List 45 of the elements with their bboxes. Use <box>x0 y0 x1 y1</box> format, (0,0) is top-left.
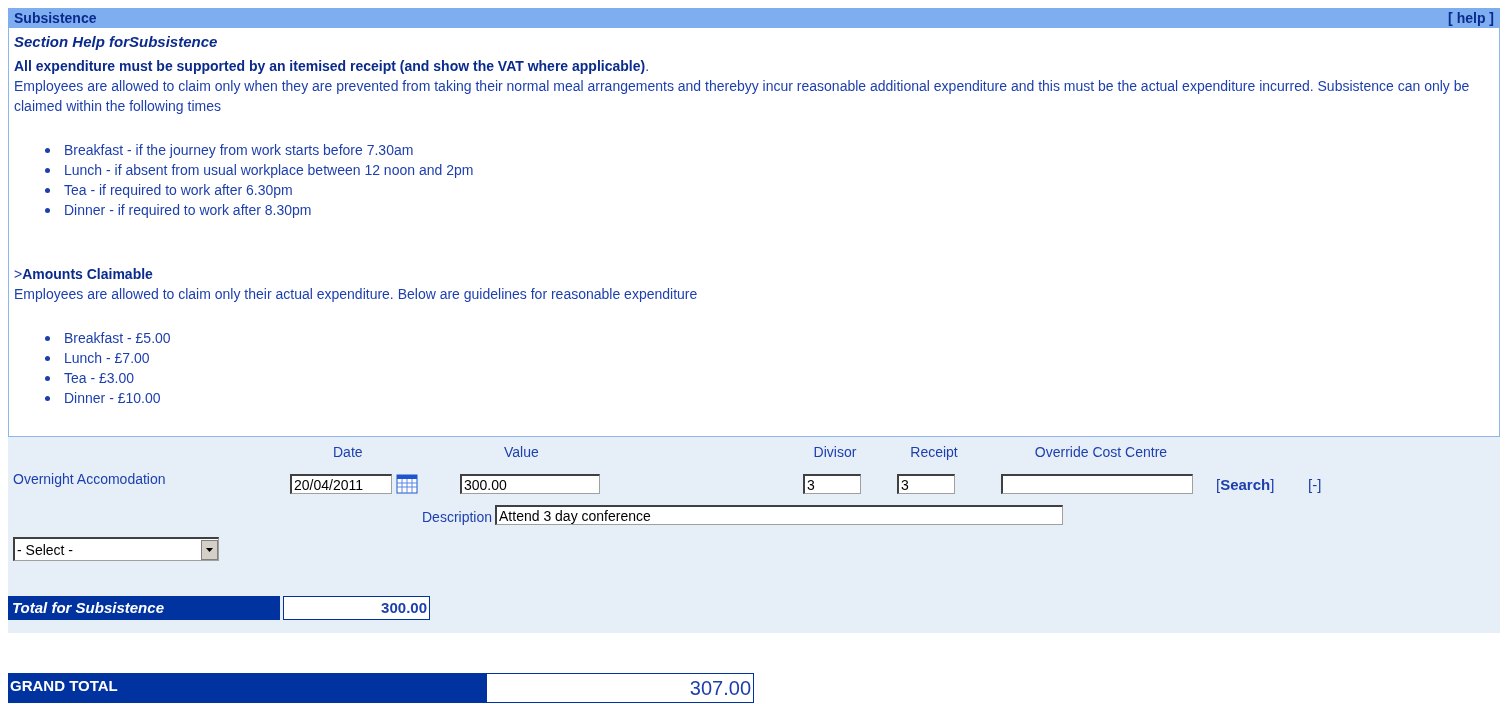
item-label: Overnight Accomodation <box>12 470 167 487</box>
column-header: Receipt <box>909 444 959 460</box>
help-heading: Section Help forSubsistence <box>14 32 219 52</box>
column-header: Override Cost Centre <box>1033 444 1169 460</box>
column-header: Date <box>332 444 364 460</box>
receipt-notice: All expenditure must be supported by an itemised receipt (and show the VAT where applicable). <box>14 57 651 76</box>
time-rule: Tea - if required to work after 6.30pm <box>64 181 293 200</box>
bullet-icon <box>45 187 50 193</box>
description-label: Description <box>422 508 493 525</box>
amount-guideline: Dinner - £10.00 <box>64 389 161 408</box>
amounts-heading: >Amounts Claimable <box>14 265 154 284</box>
time-rule: Lunch - if absent from usual workplace between 12 noon and 2pm <box>64 161 474 180</box>
section-title: Subsistence <box>14 10 97 26</box>
remove-link[interactable]: [-] <box>1308 475 1348 493</box>
bullet-icon <box>45 355 50 361</box>
time-rule: Breakfast - if the journey from work starts before 7.30am <box>64 141 414 160</box>
total-label: Total for Subsistence <box>8 596 280 620</box>
grand-total-label: GRAND TOTAL <box>8 673 486 703</box>
caret-icon <box>201 539 218 560</box>
total-value: 300.00 <box>283 596 430 620</box>
amount-guideline: Lunch - £7.00 <box>64 349 150 368</box>
column-header: Divisor <box>812 444 858 460</box>
column-header: Value <box>503 444 540 460</box>
bullet-icon <box>45 395 50 401</box>
bullet-icon <box>45 375 50 381</box>
value-field[interactable]: 300.00 <box>460 474 600 494</box>
divisor-field[interactable]: 3 <box>803 474 861 494</box>
category-dropdown[interactable]: - Select - <box>13 537 219 561</box>
receipt-field[interactable]: 3 <box>897 474 955 494</box>
help-link[interactable]: [ help ] <box>1448 10 1494 26</box>
help-paragraph: Employees are allowed to claim only when they are prevented from taking their normal meal arrangements and therebyy incur reasonable additional expenditure and this must be the actual expenditure incurred. Subsistence can only be claimed within the following times <box>14 77 1471 116</box>
time-rule: Dinner - if required to work after 8.30pm <box>64 201 312 220</box>
bullet-icon <box>45 147 50 153</box>
amount-guideline: Breakfast - £5.00 <box>64 329 171 348</box>
cost-centre-field[interactable] <box>1001 474 1193 494</box>
grand-total-value: 307.00 <box>486 673 754 703</box>
amounts-paragraph: Employees are allowed to claim only their actual expenditure. Below are guidelines for reasonable expenditure <box>14 285 699 304</box>
search-link[interactable]: [Search] <box>1216 475 1308 493</box>
bullet-icon <box>45 335 50 341</box>
bullet-icon <box>45 167 50 173</box>
description-field[interactable]: Attend 3 day conference <box>495 505 1064 525</box>
bullet-icon <box>45 207 50 213</box>
amount-guideline: Tea - £3.00 <box>64 369 135 388</box>
date-field[interactable]: 20/04/2011 <box>290 474 392 494</box>
calendar-icon[interactable] <box>396 474 418 494</box>
